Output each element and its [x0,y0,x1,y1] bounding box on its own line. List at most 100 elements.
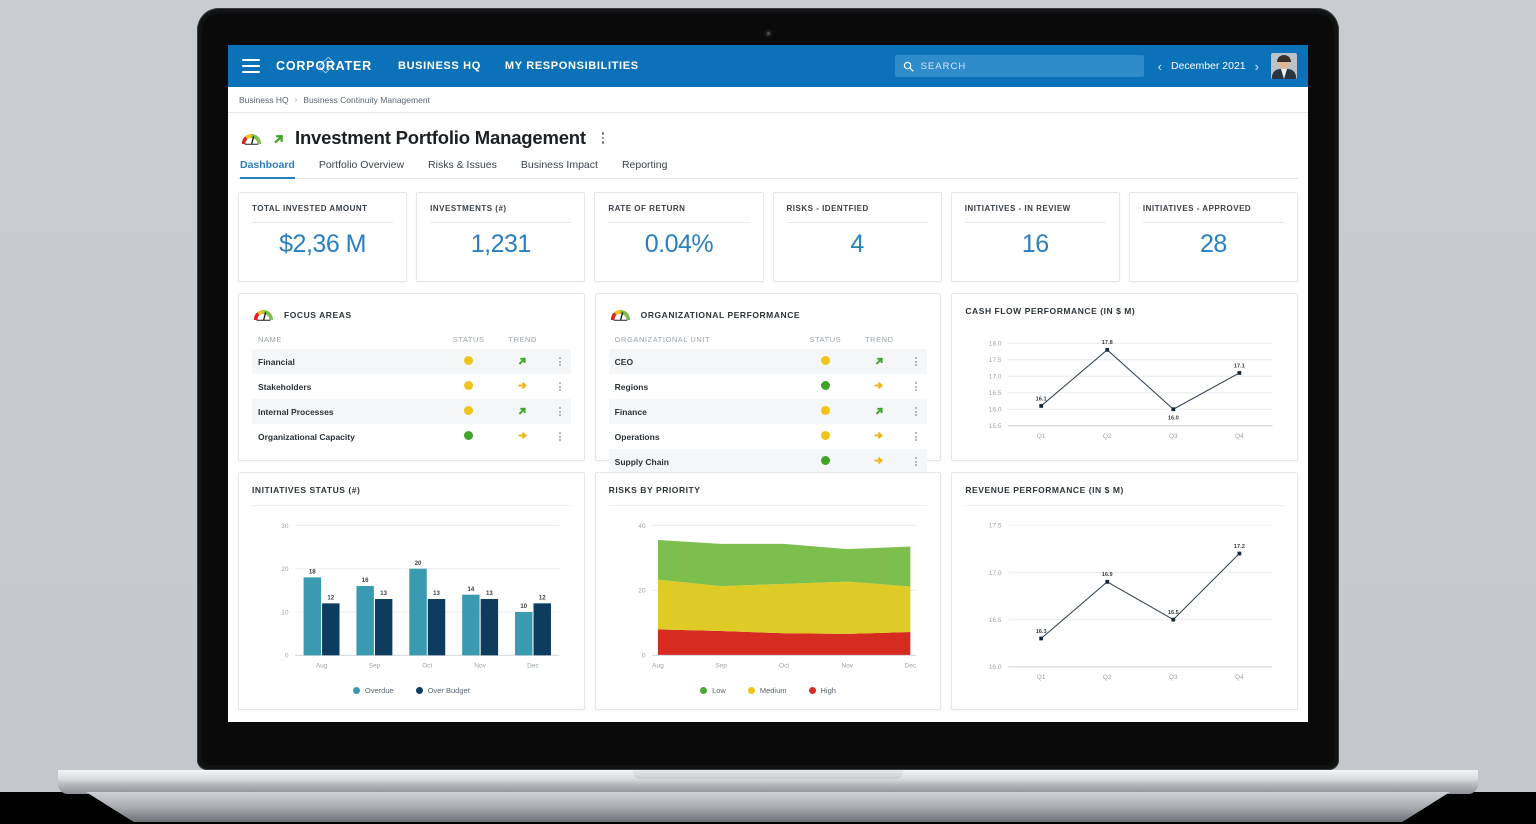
divider [252,505,571,506]
brand-logo[interactable]: CORPORATER [276,56,372,74]
svg-text:20: 20 [281,566,289,573]
svg-text:17.1: 17.1 [1234,363,1245,369]
svg-text:Q4: Q4 [1235,674,1244,681]
svg-text:Nov: Nov [474,663,486,670]
period-selector: ‹ December 2021 › [1158,60,1259,73]
period-prev-button[interactable]: ‹ [1158,60,1162,73]
svg-text:12: 12 [539,594,546,601]
legend-item-medium[interactable]: Medium [747,686,787,695]
table-row[interactable]: CEO [608,349,928,374]
legend-label: High [820,686,836,695]
panel-title: RISKS BY PRIORITY [608,485,701,495]
tab-dashboard[interactable]: Dashboard [240,159,295,179]
page-kebab-menu-icon[interactable] [599,129,608,147]
row-kebab-menu-icon[interactable] [905,399,928,424]
table-row[interactable]: Operations [609,424,928,449]
kpi-card-initiatives-in-review[interactable]: INITIATIVES - IN REVIEW 16 [950,192,1120,282]
legend-item-high[interactable]: High [808,686,836,695]
panel-row-2: INITIATIVES STATUS (#) 0 10 20 30 18 12 Aug 16 1… [238,472,1299,710]
cash-flow-chart[interactable]: 15.5 16.0 16.5 17.0 17.5 18.0 16.1 Q1 17.8 Q2 16.0… [965,332,1284,452]
legend-item-low[interactable]: Low [700,686,726,695]
kpi-card-risks-identified[interactable]: RISKS - IDENTFIED 4 [772,192,942,282]
kpi-card-initiatives-approved[interactable]: INITIATIVES - APPROVED 28 [1128,192,1299,282]
svg-text:Q1: Q1 [1037,433,1046,440]
tab-portfolio-overview[interactable]: Portfolio Overview [319,159,404,178]
svg-text:16.5: 16.5 [1168,610,1179,616]
kpi-card-investments[interactable]: INVESTMENTS (#) 1,231 [416,192,586,282]
svg-text:16.0: 16.0 [1168,416,1179,422]
svg-text:13: 13 [486,590,493,597]
user-avatar[interactable] [1271,53,1297,79]
panel-focus-areas: FOCUS AREAS NAME STATUS TREND Financial … [238,293,585,461]
svg-text:16.0: 16.0 [989,407,1002,414]
breadcrumb-item-business-hq[interactable]: Business HQ [239,95,289,105]
revenue-performance-chart[interactable]: 16.0 16.5 17.0 17.5 16.3 Q1 16.9 Q2 16.5 Q3 17.2 Q4 [965,512,1284,697]
legend-label: Overdue [364,686,394,695]
row-kebab-menu-icon[interactable] [549,374,571,399]
legend-item-over-budget[interactable]: Over Budget [415,686,470,695]
svg-text:0: 0 [285,653,289,660]
hamburger-menu-icon[interactable] [242,59,260,73]
kpi-card-row: TOTAL INVESTED AMOUNT $2,36 M INVESTMENT… [238,192,1299,282]
row-kebab-menu-icon[interactable] [905,349,928,374]
tab-reporting[interactable]: Reporting [622,159,668,178]
period-next-button[interactable]: › [1255,60,1259,73]
kpi-value: 4 [850,230,864,258]
column-header-organizational-unit: ORGANIZATIONAL UNIT [614,335,711,344]
svg-text:Q1: Q1 [1037,674,1046,681]
svg-text:16.1: 16.1 [1036,396,1047,402]
nav-link-business-hq[interactable]: BUSINESS HQ [398,60,481,72]
table-row[interactable]: Finance [608,399,928,424]
search-input[interactable] [920,60,1136,72]
tab-business-impact[interactable]: Business Impact [521,159,598,178]
divider [1142,222,1285,223]
panel-header: REVENUE PERFORMANCE (IN $ M) [965,485,1284,495]
svg-text:16: 16 [362,577,369,584]
column-header-actions [905,335,927,349]
table-row[interactable]: Supply Chain [608,449,928,474]
table-row[interactable]: Regions [609,374,928,399]
trend-arrow-up-right-icon [496,349,549,374]
nav-link-my-responsibilities[interactable]: MY RESPONSIBILITIES [505,60,639,72]
kpi-value: 16 [1021,230,1049,258]
risks-by-priority-chart[interactable]: 0 20 40 Aug Sep Oct Nov Dec [609,512,928,684]
row-kebab-menu-icon[interactable] [905,424,927,449]
status-badge [797,424,853,449]
initiatives-status-chart[interactable]: 0 10 20 30 18 12 Aug 16 13 Sep 20 13 Oct 14 13 Nov 10 12 D… [252,512,571,684]
table-row[interactable]: Stakeholders [252,374,571,399]
table-row[interactable]: Financial [252,349,571,374]
svg-text:Nov: Nov [841,663,853,670]
laptop-foot [86,792,1450,822]
svg-text:Aug: Aug [316,663,328,670]
table-row[interactable]: Organizational Capacity [252,424,571,449]
svg-text:Q4: Q4 [1235,433,1244,440]
row-kebab-menu-icon[interactable] [548,399,571,424]
table-row[interactable]: Internal Processes [252,399,571,424]
tab-risks-issues[interactable]: Risks & Issues [428,159,497,178]
panel-title: ORGANIZATIONAL PERFORMANCE [640,309,801,320]
focus-areas-table: NAME STATUS TREND Financial Stakeholders… [252,335,571,449]
row-kebab-menu-icon[interactable] [905,449,928,474]
kpi-card-total-invested-amount[interactable]: TOTAL INVESTED AMOUNT $2,36 M [238,192,408,282]
row-kebab-menu-icon[interactable] [549,424,571,449]
panel-header: INITIATIVES STATUS (#) [252,485,571,495]
column-header-name: NAME [258,335,282,344]
kpi-label: INITIATIVES - IN REVIEW [964,204,1071,213]
svg-text:17.0: 17.0 [989,570,1002,577]
chart-legend: Low Medium High [609,686,928,697]
search-box[interactable] [894,55,1144,77]
gauge-icon [610,309,630,321]
panel-title: REVENUE PERFORMANCE (IN $ M) [965,485,1124,495]
panel-title: FOCUS AREAS [284,309,352,320]
panel-header: RISKS BY PRIORITY [609,485,928,495]
kpi-card-rate-of-return[interactable]: RATE OF RETURN 0.04% [594,192,764,282]
row-kebab-menu-icon[interactable] [548,349,571,374]
column-header-trend: TREND [865,335,894,344]
svg-text:17.5: 17.5 [989,357,1002,364]
kpi-label: RATE OF RETURN [608,204,686,213]
chart-legend: Overdue Over Budget [252,686,571,697]
divider [608,222,750,223]
breadcrumb-item-current[interactable]: Business Continuity Management [303,95,430,105]
legend-item-overdue[interactable]: Overdue [352,686,394,695]
row-kebab-menu-icon[interactable] [905,374,927,399]
